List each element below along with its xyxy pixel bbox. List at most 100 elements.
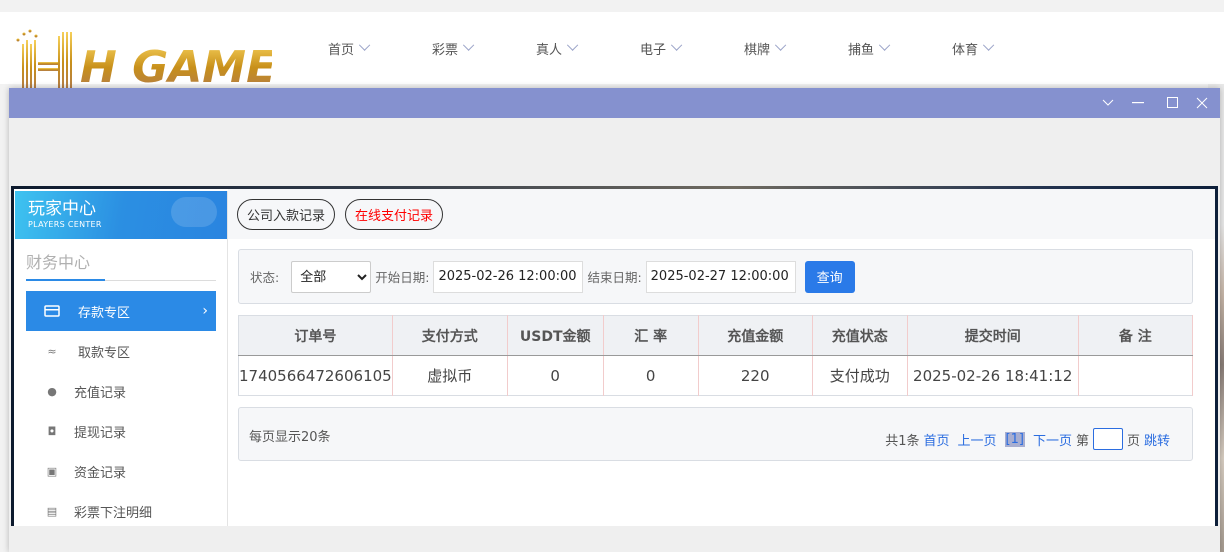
collapse-button[interactable]: [1093, 88, 1123, 118]
chevron-down-icon: [358, 39, 371, 51]
pagination: 每页显示20条 共1条 首页 上一页 [1] 下一页 第 页 跳转: [238, 407, 1193, 461]
sidebar-item-label: 资金记录: [74, 465, 127, 481]
nav-live[interactable]: 真人: [536, 12, 640, 84]
close-button[interactable]: [1187, 88, 1217, 118]
tab-online-payment[interactable]: 在线支付记录: [345, 199, 444, 230]
filter-bar: 状态: 全部 开始日期: 结束日期: 查询: [238, 249, 1193, 304]
funds-icon: ▣: [46, 464, 58, 478]
site-header: H GAME 首页 彩票 真人 电子 棋牌 捕鱼 体育: [0, 12, 1224, 93]
sidebar-item-withdraw[interactable]: ≈ 取款专区: [26, 331, 216, 371]
recharge-amount: 220: [698, 355, 813, 396]
table-row: 1740566472606105 虚拟币 0 0 220 支付成功 2025-0…: [238, 355, 1194, 396]
column-header: 充值状态: [812, 315, 908, 356]
nav-label: 真人: [536, 42, 563, 58]
gamepad-icon: [171, 197, 217, 227]
records-table: 订单号 支付方式 USDT金额 汇 率 充值金额 充值状态 提交时间 备 注 1…: [238, 315, 1194, 396]
list-icon: ▤: [46, 504, 58, 518]
wallet-icon: ◘: [47, 424, 57, 438]
order-number: 1740566472606105: [238, 355, 393, 396]
jump-link[interactable]: 跳转: [1144, 430, 1170, 449]
first-page-link[interactable]: 首页: [923, 430, 949, 449]
window-titlebar[interactable]: [9, 88, 1220, 118]
nav-label: 电子: [640, 42, 667, 58]
sidebar-item-label: 取款专区: [78, 345, 131, 361]
chevron-down-icon: [774, 39, 787, 51]
nav-home[interactable]: 首页: [328, 12, 432, 84]
column-header: 提交时间: [907, 315, 1079, 356]
maximize-button[interactable]: [1158, 88, 1188, 118]
end-date-label: 结束日期:: [587, 270, 642, 285]
chevron-down-icon: [878, 39, 891, 51]
sidebar-item-deposit[interactable]: 存款专区 ›: [26, 291, 216, 331]
column-header: 充值金额: [698, 315, 813, 356]
content-frame: 玩家中心 PLAYERS CENTER 财务中心 存款专区 › ≈ 取款专区 ● 充值…: [11, 186, 1218, 526]
sidebar-item-withdraw-records[interactable]: ◘ 提现记录: [26, 411, 216, 451]
sidebar-item-fund-records[interactable]: ▣ 资金记录: [26, 451, 216, 491]
minimize-button[interactable]: [1123, 88, 1153, 118]
svg-text:H GAME: H GAME: [80, 42, 272, 93]
chevron-down-icon: [670, 39, 683, 51]
chevron-right-icon: ›: [202, 303, 208, 319]
usdt-amount: 0: [507, 355, 604, 396]
player-center-window: 玩家中心 PLAYERS CENTER 财务中心 存款专区 › ≈ 取款专区 ● 充值…: [9, 88, 1220, 552]
sidebar-item-recharge-records[interactable]: ● 充值记录: [26, 371, 216, 411]
sidebar-menu: 存款专区 › ≈ 取款专区 ● 充值记录 ◘ 提现记录 ▣ 资金记录 ▤ 彩票下注明细: [26, 291, 216, 531]
query-button[interactable]: 查询: [804, 260, 855, 293]
page-number-input[interactable]: [1092, 428, 1123, 450]
players-center-banner: 玩家中心 PLAYERS CENTER: [15, 191, 227, 239]
submit-time: 2025-02-26 18:41:12: [907, 355, 1079, 396]
chevron-down-icon: [982, 39, 995, 51]
sidebar-item-label: 存款专区: [78, 305, 131, 321]
column-header: 备 注: [1078, 315, 1194, 356]
section-label: 财务中心: [26, 253, 91, 272]
start-date-label: 开始日期:: [375, 270, 430, 285]
chevron-down-icon: [1102, 99, 1114, 106]
nav-cards[interactable]: 棋牌: [744, 12, 848, 84]
card-icon: [44, 305, 60, 317]
main-content: 公司入款记录 在线支付记录 状态: 全部 开始日期: 结束日期: 查询 订单号 …: [228, 189, 1215, 526]
sidebar-item-label: 充值记录: [74, 385, 127, 401]
total-count: 共1条: [885, 433, 920, 449]
current-page[interactable]: [1]: [1004, 431, 1025, 447]
end-date-input[interactable]: [645, 260, 796, 293]
column-header: 汇 率: [603, 315, 699, 356]
column-header: 订单号: [238, 315, 393, 356]
payment-method: 虚拟币: [392, 355, 508, 396]
nav-label: 首页: [328, 42, 355, 58]
record-tabs: 公司入款记录 在线支付记录: [228, 189, 1215, 239]
per-page-label: 每页显示20条: [249, 430, 331, 445]
sidebar-item-lottery-bets[interactable]: ▤ 彩票下注明细: [26, 491, 216, 531]
sidebar: 玩家中心 PLAYERS CENTER 财务中心 存款专区 › ≈ 取款专区 ● 充值…: [15, 191, 228, 526]
maximize-icon: [1167, 97, 1178, 108]
chevron-down-icon: [566, 39, 579, 51]
hh-game-logo[interactable]: H GAME: [10, 26, 272, 94]
prev-page-link[interactable]: 上一页: [958, 430, 997, 449]
nav-label: 捕鱼: [848, 42, 875, 58]
main-nav: 首页 彩票 真人 电子 棋牌 捕鱼 体育: [328, 12, 1056, 84]
nav-label: 体育: [952, 42, 979, 58]
sidebar-item-label: 提现记录: [74, 425, 127, 441]
section-title: 财务中心: [26, 249, 216, 281]
start-date-input[interactable]: [433, 260, 584, 293]
nav-fishing[interactable]: 捕鱼: [848, 12, 952, 84]
next-page-link[interactable]: 下一页: [1033, 430, 1072, 449]
status-select[interactable]: 全部: [291, 260, 372, 293]
column-header: USDT金额: [507, 315, 604, 356]
sidebar-item-label: 彩票下注明细: [74, 505, 153, 521]
exchange-rate: 0: [603, 355, 699, 396]
nav-slots[interactable]: 电子: [640, 12, 744, 84]
tab-company-deposit[interactable]: 公司入款记录: [237, 199, 336, 230]
goto-suffix: 页: [1126, 433, 1140, 449]
money-bag-icon: ●: [47, 384, 57, 398]
chevron-down-icon: [462, 39, 475, 51]
hand-money-icon: ≈: [47, 344, 57, 358]
column-header: 支付方式: [392, 315, 508, 356]
nav-lottery[interactable]: 彩票: [432, 12, 536, 84]
table-header-row: 订单号 支付方式 USDT金额 汇 率 充值金额 充值状态 提交时间 备 注: [238, 315, 1194, 356]
nav-sports[interactable]: 体育: [952, 12, 1056, 84]
recharge-status: 支付成功: [812, 355, 908, 396]
goto-prefix: 第: [1075, 433, 1089, 449]
close-icon: [1196, 97, 1208, 109]
nav-label: 棋牌: [744, 42, 771, 58]
status-label: 状态:: [250, 270, 280, 285]
